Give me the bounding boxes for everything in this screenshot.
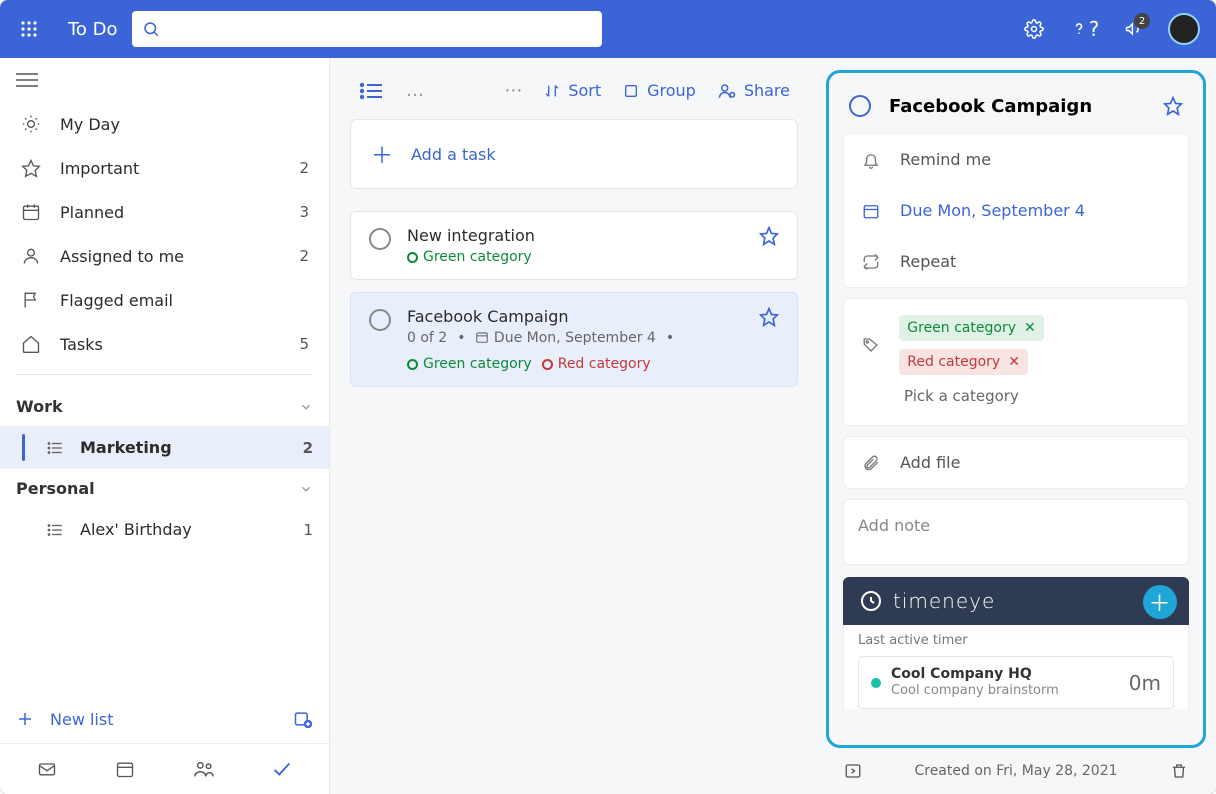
smartlist-home[interactable]: Tasks5 bbox=[6, 322, 323, 366]
task-complete-checkbox[interactable] bbox=[369, 228, 391, 250]
list-icon bbox=[46, 521, 64, 539]
remove-category-icon[interactable]: ✕ bbox=[1008, 354, 1020, 370]
sun-icon bbox=[20, 114, 42, 134]
plus-icon bbox=[16, 710, 34, 728]
list-icon bbox=[46, 439, 64, 457]
star-icon bbox=[20, 158, 42, 178]
list-options-submenu[interactable]: … bbox=[406, 80, 424, 101]
new-list-button[interactable]: New list bbox=[0, 695, 329, 743]
calendar-tab[interactable] bbox=[110, 754, 140, 784]
notif-badge: 2 bbox=[1134, 13, 1150, 29]
project-color-dot bbox=[871, 678, 881, 688]
chevron-down-icon bbox=[299, 400, 313, 414]
bell-icon bbox=[862, 151, 882, 169]
created-label: Created on Fri, May 28, 2021 bbox=[862, 763, 1170, 779]
tag-icon bbox=[862, 336, 881, 354]
settings-button[interactable] bbox=[1016, 11, 1052, 47]
repeat-row[interactable]: Repeat bbox=[844, 236, 1188, 287]
chevron-down-icon bbox=[299, 482, 313, 496]
megaphone-button[interactable]: 2 bbox=[1116, 11, 1152, 47]
more-options-button[interactable]: ⋯ bbox=[504, 80, 522, 101]
remind-me-row[interactable]: Remind me bbox=[844, 134, 1188, 185]
smartlist-star[interactable]: Important2 bbox=[6, 146, 323, 190]
timeneye-panel-header: timeneye ＋ bbox=[843, 577, 1189, 625]
person-icon bbox=[20, 246, 42, 266]
important-star[interactable] bbox=[1163, 96, 1183, 116]
category-chip: Green category bbox=[407, 356, 532, 372]
important-star[interactable] bbox=[759, 226, 779, 246]
calendar-icon bbox=[20, 202, 42, 222]
category-chip[interactable]: Red category ✕ bbox=[899, 349, 1028, 375]
remove-category-icon[interactable]: ✕ bbox=[1024, 320, 1036, 336]
smartlist-flag[interactable]: Flagged email bbox=[6, 278, 323, 322]
people-tab[interactable] bbox=[189, 754, 219, 784]
new-list-label: New list bbox=[50, 710, 113, 729]
categories-row[interactable]: Green category ✕ Red category ✕ bbox=[844, 299, 1188, 381]
important-star[interactable] bbox=[759, 307, 779, 327]
smartlist-calendar[interactable]: Planned3 bbox=[6, 190, 323, 234]
task-row[interactable]: Facebook Campaign0 of 2• Due Mon, Septem… bbox=[350, 292, 798, 387]
timeneye-last-label: Last active timer bbox=[858, 633, 1174, 648]
category-chip[interactable]: Green category ✕ bbox=[899, 315, 1043, 341]
sidebar-toggle[interactable] bbox=[0, 58, 329, 102]
flag-icon bbox=[20, 290, 42, 310]
share-button[interactable]: Share bbox=[718, 81, 790, 100]
smartlist-sun[interactable]: My Day bbox=[6, 102, 323, 146]
task-row[interactable]: New integrationGreen category bbox=[350, 211, 798, 280]
list-view-button[interactable] bbox=[358, 81, 384, 101]
home-icon bbox=[20, 334, 42, 354]
group-header[interactable]: Personal bbox=[0, 469, 329, 508]
list-item[interactable]: Alex' Birthday1 bbox=[0, 508, 329, 551]
delete-task-button[interactable] bbox=[1170, 762, 1188, 780]
search-icon bbox=[142, 20, 160, 38]
calendar-icon bbox=[862, 202, 882, 220]
add-note-input[interactable]: Add note bbox=[843, 499, 1189, 565]
category-chip: Green category bbox=[407, 249, 532, 265]
help-button[interactable]: ? bbox=[1066, 11, 1102, 47]
timeneye-timer-row[interactable]: Cool Company HQ Cool company brainstorm … bbox=[858, 656, 1174, 709]
paperclip-icon bbox=[862, 454, 882, 472]
pick-category-input[interactable]: Pick a category bbox=[900, 381, 1170, 411]
sort-button[interactable]: Sort bbox=[544, 81, 601, 100]
hide-detail-button[interactable] bbox=[844, 762, 862, 780]
todo-tab[interactable] bbox=[267, 754, 297, 784]
plus-icon: ＋ bbox=[371, 138, 393, 170]
group-button[interactable]: Group bbox=[623, 81, 696, 100]
account-avatar[interactable] bbox=[1166, 11, 1202, 47]
new-group-icon[interactable] bbox=[293, 709, 313, 729]
due-date-row[interactable]: Due Mon, September 4 bbox=[844, 185, 1188, 236]
task-detail-title[interactable]: Facebook Campaign bbox=[889, 96, 1145, 117]
list-item[interactable]: Marketing2 bbox=[0, 426, 329, 469]
task-complete-checkbox[interactable] bbox=[849, 95, 871, 117]
search-input[interactable] bbox=[132, 11, 602, 47]
app-launcher-button[interactable] bbox=[14, 14, 44, 44]
add-task-input[interactable]: ＋ Add a task bbox=[350, 119, 798, 189]
repeat-icon bbox=[862, 253, 882, 271]
timeneye-add-button[interactable]: ＋ bbox=[1143, 585, 1177, 619]
mail-tab[interactable] bbox=[32, 754, 62, 784]
smartlist-person[interactable]: Assigned to me2 bbox=[6, 234, 323, 278]
add-file-row[interactable]: Add file bbox=[844, 437, 1188, 488]
group-header[interactable]: Work bbox=[0, 387, 329, 426]
app-title: To Do bbox=[68, 19, 118, 40]
task-complete-checkbox[interactable] bbox=[369, 309, 391, 331]
category-chip: Red category bbox=[542, 356, 651, 372]
